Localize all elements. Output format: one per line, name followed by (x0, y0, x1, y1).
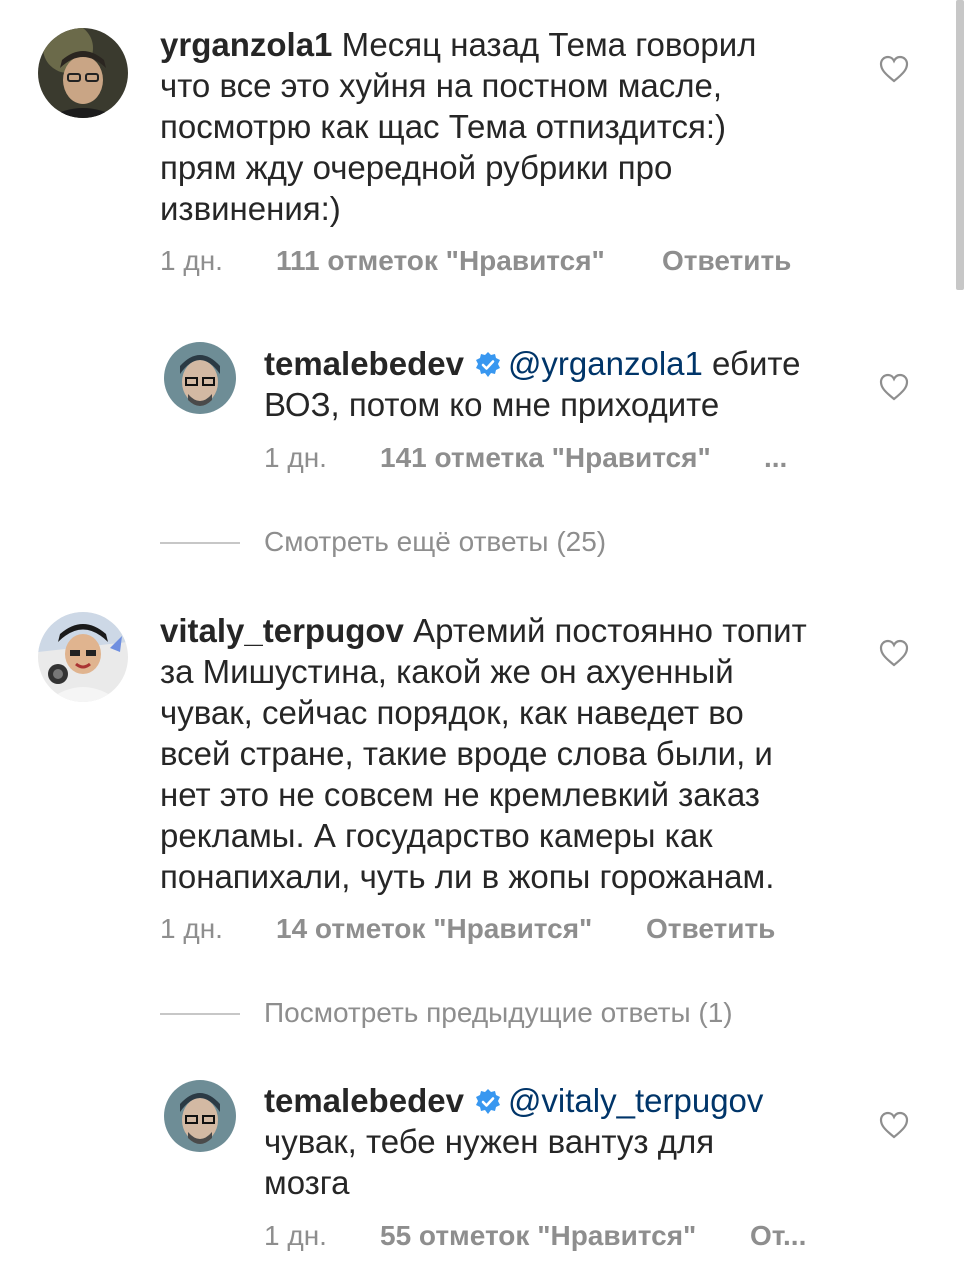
comment-time: 1 дн. (160, 245, 223, 276)
comment-likes[interactable]: 111 отметок "Нравится" (276, 245, 605, 277)
comment-line: что все это хуйня на постном масле, (160, 67, 723, 104)
comment-username[interactable]: temalebedev (264, 1082, 464, 1119)
comment-text: temalebedev @yrganzola1 ебите ВОЗ, потом … (264, 343, 864, 425)
reply-button[interactable]: Ответить (646, 913, 775, 945)
more-options-button[interactable]: ... (764, 442, 787, 474)
comment-text: temalebedev @vitaly_terpugov чувак, тебе … (264, 1080, 864, 1203)
comment-username[interactable]: yrganzola1 (160, 26, 332, 63)
comments-screen: yrganzola1 Месяц назад Тема говорил что … (0, 0, 964, 1280)
comment-line: за Мишустина, какой же он ахуенный (160, 653, 734, 690)
reply-button[interactable]: От... (750, 1220, 806, 1252)
comment-meta: 1 дн. 55 отметок "Нравится" От... (264, 1220, 864, 1254)
comment-text: yrganzola1 Месяц назад Тема говорил что … (160, 24, 880, 229)
divider (160, 1013, 240, 1015)
heart-icon[interactable] (878, 1110, 910, 1140)
comment-meta: 1 дн. 14 отметок "Нравится" Ответить (160, 913, 860, 947)
comment-likes[interactable]: 55 отметок "Нравится" (380, 1220, 696, 1252)
comment-likes[interactable]: 141 отметка "Нравится" (380, 442, 711, 474)
comment-line: ВОЗ, потом ко мне приходите (264, 386, 720, 423)
heart-icon[interactable] (878, 372, 910, 402)
verified-badge-icon (475, 1089, 500, 1114)
comment-line: понапихали, чуть ли в жопы горожанам. (160, 858, 775, 895)
comment-line: нет это не совсем не кремлевкий заказ (160, 776, 760, 813)
divider (160, 542, 240, 544)
comment-line: ебите (702, 345, 801, 382)
comment-line: прям жду очередной рубрики про (160, 149, 673, 186)
comment-meta: 1 дн. 111 отметок "Нравится" Ответить (160, 245, 860, 279)
view-more-replies[interactable]: Смотреть ещё ответы (25) (160, 526, 760, 560)
comment-time: 1 дн. (264, 442, 327, 473)
comment-username[interactable]: temalebedev (264, 345, 464, 382)
comment-line: Артемий постоянно топит (403, 612, 807, 649)
avatar[interactable] (164, 1080, 236, 1152)
heart-icon[interactable] (878, 54, 910, 84)
reply-button[interactable]: Ответить (662, 245, 791, 277)
scrollbar[interactable] (956, 0, 964, 290)
comment-time: 1 дн. (160, 913, 223, 944)
view-previous-replies-label[interactable]: Посмотреть предыдущие ответы (1) (264, 997, 733, 1029)
comment-line: посмотрю как щас Тема отпиздится:) (160, 108, 726, 145)
comment-line: извинения:) (160, 190, 341, 227)
comment-meta: 1 дн. 141 отметка "Нравится" ... (264, 442, 864, 476)
mention-link[interactable]: @vitaly_terpugov (508, 1082, 763, 1119)
view-more-replies-label[interactable]: Смотреть ещё ответы (25) (264, 526, 606, 558)
comment-time: 1 дн. (264, 1220, 327, 1251)
heart-icon[interactable] (878, 638, 910, 668)
avatar[interactable] (38, 612, 128, 702)
view-previous-replies[interactable]: Посмотреть предыдущие ответы (1) (160, 997, 800, 1031)
comment-likes[interactable]: 14 отметок "Нравится" (276, 913, 592, 945)
comment-text: vitaly_terpugov Артемий постоянно топит … (160, 610, 880, 897)
avatar[interactable] (164, 342, 236, 414)
verified-badge-icon (475, 352, 500, 377)
comment-username[interactable]: vitaly_terpugov (160, 612, 404, 649)
comment-line: мозга (264, 1164, 350, 1201)
comment-line: чувак, тебе нужен вантуз для (264, 1123, 715, 1160)
comment-line: всей стране, такие вроде слова были, и (160, 735, 773, 772)
comment-line: чувак, сейчас порядок, как наведет во (160, 694, 744, 731)
comment-line: Месяц назад Тема говорил (332, 26, 757, 63)
avatar[interactable] (38, 28, 128, 118)
comment-line: рекламы. А государство камеры как (160, 817, 713, 854)
mention-link[interactable]: @yrganzola1 (508, 345, 703, 382)
